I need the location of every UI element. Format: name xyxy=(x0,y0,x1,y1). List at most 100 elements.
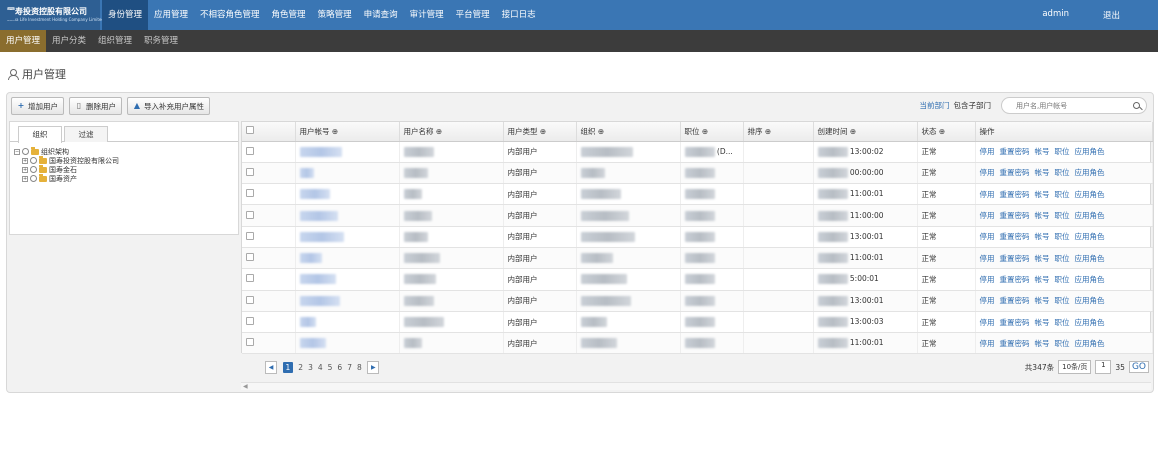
nav-requests[interactable]: 申请查询 xyxy=(358,0,404,30)
row-checkbox[interactable] xyxy=(246,210,254,219)
nav-audit[interactable]: 审计管理 xyxy=(404,0,450,30)
op-disable-link[interactable]: 停用 xyxy=(980,147,995,156)
op-reset-password-link[interactable]: 重置密码 xyxy=(1000,296,1030,305)
horizontal-scrollbar[interactable]: ◀ xyxy=(241,382,1151,390)
table-row[interactable]: 内部用户 11:00:01 正常 停用 重置密码 帐号 职位 应用角色 xyxy=(242,247,1153,270)
row-checkbox[interactable] xyxy=(246,338,254,347)
row-select-cell[interactable] xyxy=(242,226,296,248)
op-reset-password-link[interactable]: 重置密码 xyxy=(1000,318,1030,327)
op-account-link[interactable]: 帐号 xyxy=(1035,232,1050,241)
row-checkbox[interactable] xyxy=(246,146,254,155)
select-all-cell[interactable] xyxy=(242,122,296,142)
nav-incompatible-roles[interactable]: 不相容角色管理 xyxy=(194,0,266,30)
radio-icon[interactable] xyxy=(30,166,37,173)
radio-icon[interactable] xyxy=(30,175,37,182)
col-created-time[interactable]: 创建时间 ⊕ xyxy=(813,122,918,142)
row-checkbox[interactable] xyxy=(246,274,254,283)
op-position-link[interactable]: 职位 xyxy=(1055,296,1070,305)
op-account-link[interactable]: 帐号 xyxy=(1035,275,1050,284)
row-checkbox[interactable] xyxy=(246,167,254,176)
subnav-positions[interactable]: 职务管理 xyxy=(138,30,184,52)
include-sub-dept[interactable]: 包含子部门 xyxy=(954,100,992,111)
op-reset-password-link[interactable]: 重置密码 xyxy=(1000,190,1030,199)
row-select-cell[interactable] xyxy=(242,162,296,185)
select-all-checkbox[interactable] xyxy=(246,126,254,135)
page-size-select[interactable]: 10条/页 xyxy=(1058,360,1092,374)
table-row[interactable]: 内部用户 (D... 13:00:02 正常 停用 重置密码 帐号 职位 应用角色 xyxy=(242,141,1153,163)
table-row[interactable]: 内部用户 13:00:01 正常 停用 重置密码 帐号 职位 应用角色 xyxy=(242,226,1153,248)
current-user[interactable]: admin xyxy=(1042,9,1069,21)
page-number[interactable]: 5 xyxy=(328,363,333,372)
op-account-link[interactable]: 帐号 xyxy=(1035,147,1050,156)
table-row[interactable]: 内部用户 11:00:00 正常 停用 重置密码 帐号 职位 应用角色 xyxy=(242,204,1153,227)
add-user-button[interactable]: + 增加用户 xyxy=(11,97,64,115)
row-checkbox[interactable] xyxy=(246,295,254,304)
prev-page-icon[interactable]: ◀ xyxy=(265,360,277,374)
delete-user-button[interactable]: ▯ 删除用户 xyxy=(69,97,122,115)
logout-link[interactable]: 退出 xyxy=(1103,9,1120,21)
tree-node-child[interactable]: + 国寿投资控股有限公司 xyxy=(14,155,234,165)
op-position-link[interactable]: 职位 xyxy=(1055,232,1070,241)
op-account-link[interactable]: 帐号 xyxy=(1035,339,1050,348)
row-checkbox[interactable] xyxy=(246,317,254,326)
tree-node-root[interactable]: − 组织架构 xyxy=(14,146,234,156)
table-row[interactable]: 内部用户 11:00:01 正常 停用 重置密码 帐号 职位 应用角色 xyxy=(242,183,1153,206)
page-number[interactable]: 3 xyxy=(308,363,313,372)
row-select-cell[interactable] xyxy=(242,332,296,355)
table-row[interactable]: 内部用户 13:00:03 正常 停用 重置密码 帐号 职位 应用角色 xyxy=(242,311,1153,334)
table-row[interactable]: 内部用户 11:00:01 正常 停用 重置密码 帐号 职位 应用角色 xyxy=(242,332,1153,355)
row-select-cell[interactable] xyxy=(242,141,296,163)
op-app-role-link[interactable]: 应用角色 xyxy=(1075,147,1105,156)
op-account-link[interactable]: 帐号 xyxy=(1035,318,1050,327)
op-reset-password-link[interactable]: 重置密码 xyxy=(1000,232,1030,241)
nav-api-log[interactable]: 接口日志 xyxy=(496,0,542,30)
op-account-link[interactable]: 帐号 xyxy=(1035,168,1050,177)
nav-platform[interactable]: 平台管理 xyxy=(450,0,496,30)
nav-policy[interactable]: 策略管理 xyxy=(312,0,358,30)
op-app-role-link[interactable]: 应用角色 xyxy=(1075,296,1105,305)
op-account-link[interactable]: 帐号 xyxy=(1035,190,1050,199)
op-reset-password-link[interactable]: 重置密码 xyxy=(1000,168,1030,177)
current-dept-link[interactable]: 当前部门 xyxy=(920,100,950,111)
radio-icon[interactable] xyxy=(30,157,37,164)
op-account-link[interactable]: 帐号 xyxy=(1035,211,1050,220)
expand-icon[interactable]: + xyxy=(22,175,28,182)
col-status[interactable]: 状态 ⊕ xyxy=(917,122,976,142)
op-disable-link[interactable]: 停用 xyxy=(980,254,995,263)
page-number[interactable]: 2 xyxy=(298,363,303,372)
col-user-type[interactable]: 用户类型 ⊕ xyxy=(503,122,577,142)
import-attributes-button[interactable]: ▲ 导入补充用户属性 xyxy=(127,97,210,115)
op-disable-link[interactable]: 停用 xyxy=(980,168,995,177)
op-account-link[interactable]: 帐号 xyxy=(1035,296,1050,305)
nav-apps[interactable]: 应用管理 xyxy=(148,0,194,30)
row-select-cell[interactable] xyxy=(242,311,296,334)
row-select-cell[interactable] xyxy=(242,183,296,206)
op-reset-password-link[interactable]: 重置密码 xyxy=(1000,147,1030,156)
col-sort[interactable]: 排序 ⊕ xyxy=(743,122,814,142)
nav-roles[interactable]: 角色管理 xyxy=(266,0,312,30)
op-app-role-link[interactable]: 应用角色 xyxy=(1075,275,1105,284)
op-reset-password-link[interactable]: 重置密码 xyxy=(1000,254,1030,263)
subnav-users[interactable]: 用户管理 xyxy=(0,30,47,52)
op-disable-link[interactable]: 停用 xyxy=(980,211,995,220)
radio-icon[interactable] xyxy=(22,148,29,155)
op-position-link[interactable]: 职位 xyxy=(1055,339,1070,348)
op-reset-password-link[interactable]: 重置密码 xyxy=(1000,339,1030,348)
op-app-role-link[interactable]: 应用角色 xyxy=(1075,339,1105,348)
op-app-role-link[interactable]: 应用角色 xyxy=(1075,190,1105,199)
op-app-role-link[interactable]: 应用角色 xyxy=(1075,254,1105,263)
op-disable-link[interactable]: 停用 xyxy=(980,190,995,199)
nav-identity[interactable]: 身份管理 xyxy=(102,0,149,30)
op-reset-password-link[interactable]: 重置密码 xyxy=(1000,211,1030,220)
page-number[interactable]: 8 xyxy=(357,363,362,372)
op-app-role-link[interactable]: 应用角色 xyxy=(1075,232,1105,241)
op-app-role-link[interactable]: 应用角色 xyxy=(1075,318,1105,327)
page-number[interactable]: 4 xyxy=(318,363,323,372)
op-disable-link[interactable]: 停用 xyxy=(980,275,995,284)
expand-icon[interactable]: + xyxy=(22,157,28,164)
op-app-role-link[interactable]: 应用角色 xyxy=(1075,168,1105,177)
row-checkbox[interactable] xyxy=(246,189,254,198)
tree-node-child[interactable]: + 国寿金石 xyxy=(14,164,234,174)
table-row[interactable]: 内部用户 5:00:01 正常 停用 重置密码 帐号 职位 应用角色 xyxy=(242,268,1153,291)
tab-org[interactable]: 组织 xyxy=(18,126,62,143)
